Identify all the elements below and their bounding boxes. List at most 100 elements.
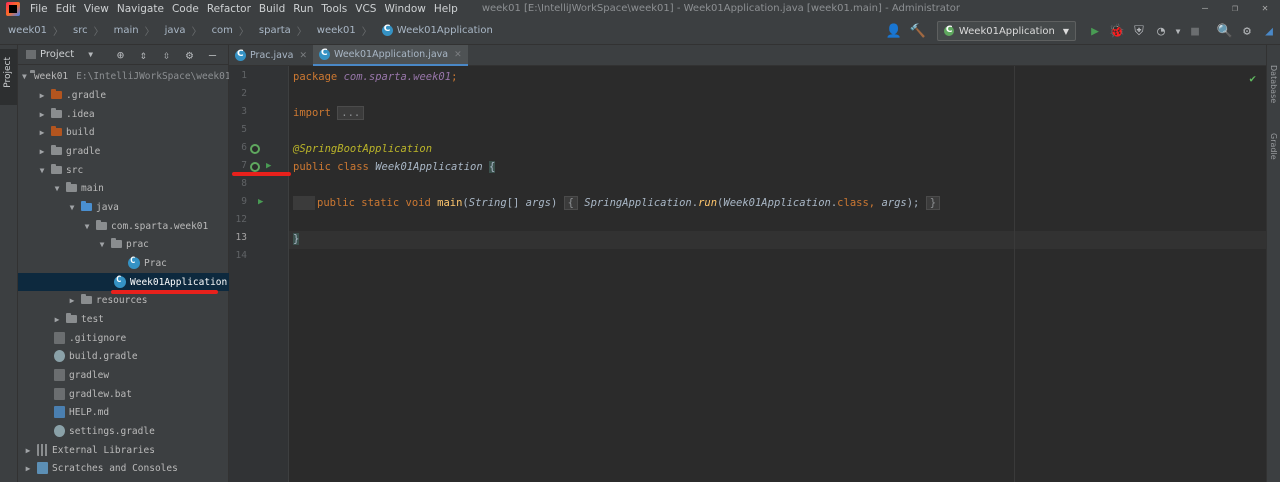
menu-code[interactable]: Code (168, 3, 203, 15)
coverage-icon[interactable]: ⛨ (1128, 20, 1150, 42)
menu-file[interactable]: File (26, 3, 52, 15)
chevron-right-icon[interactable]: ▶ (36, 91, 48, 100)
run-class-icon[interactable]: ▶ (266, 161, 271, 171)
intellij-logo-icon[interactable] (6, 1, 20, 16)
tree-item-label: prac (126, 238, 149, 250)
menu-edit[interactable]: Edit (52, 3, 80, 15)
run-main-icon[interactable]: ▶ (258, 197, 263, 207)
gradle-tool-tab[interactable]: Gradle (1269, 133, 1278, 160)
ide-update-icon[interactable]: ◢ (1258, 20, 1280, 42)
breadcrumb-java[interactable]: java 〉 (157, 23, 204, 38)
more-dropdown-icon[interactable]: ▼ (1172, 20, 1184, 42)
tree-item-gradlew-bat[interactable]: gradlew.bat (18, 385, 229, 403)
tab-week01application-java[interactable]: Week01Application.java ✕ (312, 45, 468, 66)
chevron-down-icon[interactable]: ▼ (36, 166, 48, 175)
minimize-icon[interactable]: — (1190, 0, 1220, 17)
tree-item-settings-gradle[interactable]: settings.gradle (18, 422, 229, 440)
hide-panel-icon[interactable]: — (201, 48, 224, 62)
breadcrumb-week01-pkg[interactable]: week01 〉 (309, 23, 374, 38)
tree-item-gradlew[interactable]: gradlew (18, 366, 229, 384)
user-icon[interactable]: 👤 (881, 20, 907, 42)
stop-icon[interactable]: ■ (1184, 20, 1206, 42)
breadcrumb-main[interactable]: main 〉 (106, 23, 157, 38)
chevron-right-icon[interactable]: ▶ (36, 147, 48, 156)
folded-body-open[interactable]: { (563, 196, 578, 210)
tree-item-build-gradle[interactable]: build.gradle (18, 347, 229, 365)
tree-item-help-md[interactable]: HELP.md (18, 403, 229, 421)
tree-item-scratches[interactable]: ▶ Scratches and Consoles (18, 459, 229, 477)
spring-bean-icon[interactable] (250, 144, 260, 154)
tree-item-package[interactable]: ▼ com.sparta.week01 (18, 217, 229, 235)
menu-help[interactable]: Help (430, 3, 462, 15)
folded-imports[interactable]: ... (337, 106, 365, 120)
method-name: main (437, 197, 463, 209)
chevron-right-icon[interactable]: ▶ (22, 464, 34, 473)
chevron-down-icon[interactable]: ▼ (81, 222, 93, 231)
tree-item-external-libraries[interactable]: ▶ External Libraries (18, 441, 229, 459)
expand-all-icon[interactable]: ⇕ (132, 48, 155, 62)
tree-item-prac-class[interactable]: Prac (18, 254, 229, 272)
tree-item-week01[interactable]: ▼ week01 E:\IntelliJWorkSpace\week01 (18, 67, 231, 85)
close-tab-icon[interactable]: ✕ (299, 51, 307, 61)
collapse-all-icon[interactable]: ⇳ (155, 48, 178, 62)
chevron-right-icon[interactable]: ▶ (36, 128, 48, 137)
inspection-ok-icon[interactable]: ✔ (1249, 72, 1256, 85)
tree-item-week01application[interactable]: Week01Application (18, 273, 229, 291)
tree-item-java[interactable]: ▼ java (18, 198, 229, 216)
settings-gear-icon[interactable]: ⚙ (178, 48, 201, 62)
menu-run[interactable]: Run (289, 3, 317, 15)
tree-item-main[interactable]: ▼ main (18, 179, 229, 197)
chevron-right-icon[interactable]: ▶ (66, 296, 78, 305)
settings-gear-icon[interactable]: ⚙ (1236, 20, 1258, 42)
search-icon[interactable]: 🔍 (1214, 20, 1236, 42)
run-icon[interactable]: ▶ (1084, 20, 1106, 42)
tree-item-test[interactable]: ▶ test (18, 310, 229, 328)
breadcrumb-src[interactable]: src 〉 (65, 23, 106, 38)
close-icon[interactable]: ✕ (1250, 0, 1280, 17)
folder-icon (66, 313, 77, 323)
project-panel-title[interactable]: Project (40, 49, 74, 60)
run-configuration-dropdown[interactable]: Week01Application ▼ (936, 21, 1076, 41)
restore-icon[interactable]: ❐ (1220, 0, 1250, 17)
folded-body-close[interactable]: } (925, 196, 941, 210)
close-tab-icon[interactable]: ✕ (454, 50, 462, 60)
chevron-down-icon[interactable]: ▼ (66, 203, 78, 212)
tree-item-label: gradlew (69, 369, 110, 381)
view-dropdown-icon[interactable]: ▼ (88, 50, 93, 59)
chevron-right-icon[interactable]: ▶ (51, 315, 63, 324)
tree-item-gradle-cache[interactable]: ▶ .gradle (18, 86, 229, 104)
database-tool-tab[interactable]: Database (1269, 65, 1278, 103)
keyword: import (293, 107, 331, 119)
breadcrumb-sparta[interactable]: sparta 〉 (251, 23, 309, 38)
code-editor[interactable]: ✔ package com.sparta.week01; import ... … (289, 66, 1266, 482)
tree-item-src[interactable]: ▼ src (18, 161, 229, 179)
module-path: E:\IntelliJWorkSpace\week01 (76, 70, 231, 82)
tree-item-gradle[interactable]: ▶ gradle (18, 142, 229, 160)
tree-item-prac-package[interactable]: ▼ prac (18, 235, 229, 253)
menu-vcs[interactable]: VCS (351, 3, 380, 15)
chevron-down-icon[interactable]: ▼ (22, 72, 27, 81)
chevron-right-icon[interactable]: ▶ (36, 110, 48, 119)
chevron-down-icon[interactable]: ▼ (51, 184, 63, 193)
project-tool-tab[interactable]: Project (0, 49, 17, 105)
tree-item-gitignore[interactable]: .gitignore (18, 329, 229, 347)
debug-icon[interactable]: 🐞 (1106, 20, 1128, 42)
menu-window[interactable]: Window (380, 3, 429, 15)
breadcrumb-week01application[interactable]: Week01Application (374, 24, 495, 36)
tree-item-build[interactable]: ▶ build (18, 123, 229, 141)
chevron-down-icon[interactable]: ▼ (96, 240, 108, 249)
tree-item-idea[interactable]: ▶ .idea (18, 105, 229, 123)
breadcrumb-com[interactable]: com 〉 (204, 23, 251, 38)
menu-tools[interactable]: Tools (317, 3, 351, 15)
menu-build[interactable]: Build (255, 3, 289, 15)
profile-icon[interactable]: ◔ (1150, 20, 1172, 42)
tab-prac-java[interactable]: Prac.java ✕ (229, 45, 313, 66)
menu-navigate[interactable]: Navigate (113, 3, 168, 15)
menu-refactor[interactable]: Refactor (203, 3, 255, 15)
breadcrumb-week01[interactable]: week01 〉 (0, 23, 65, 38)
build-hammer-icon[interactable]: 🔨 (907, 20, 929, 42)
chevron-right-icon[interactable]: ▶ (22, 446, 34, 455)
menu-view[interactable]: View (80, 3, 113, 15)
locate-file-icon[interactable]: ⊕ (109, 48, 132, 62)
spring-bean-icon[interactable] (250, 162, 260, 172)
